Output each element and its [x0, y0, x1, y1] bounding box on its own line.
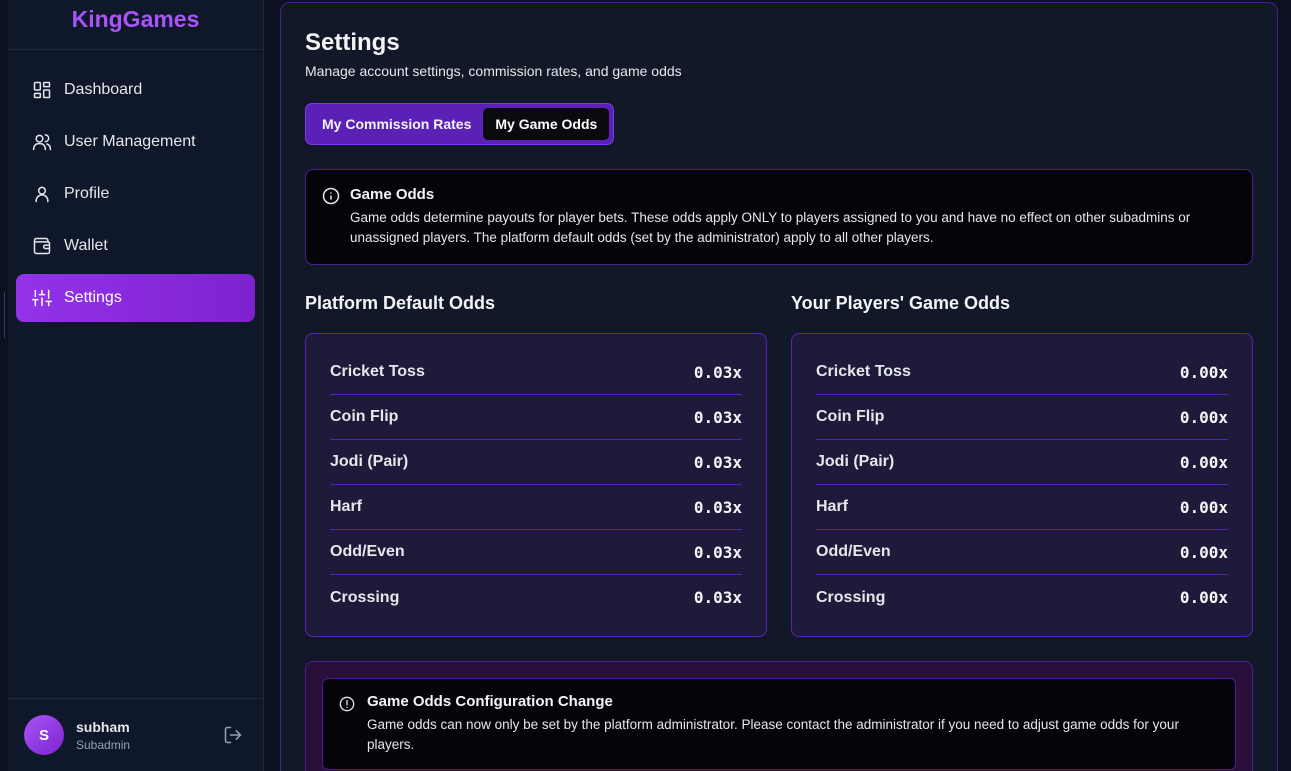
- sliders-icon: [32, 289, 52, 307]
- sidebar: KingGames Dashboard User Management Prof…: [8, 0, 264, 771]
- user-info: subham Subadmin: [76, 719, 223, 752]
- brand-logo[interactable]: KingGames: [8, 0, 263, 50]
- alert-icon: [339, 696, 355, 712]
- settings-tabs: My Commission Rates My Game Odds: [305, 103, 615, 145]
- platform-odds-card: Cricket Toss 0.03x Coin Flip 0.03x Jodi (P…: [305, 333, 767, 637]
- sidebar-item-dashboard[interactable]: Dashboard: [16, 66, 255, 114]
- notice-title: Game Odds Configuration Change: [367, 693, 613, 710]
- sidebar-nav: Dashboard User Management Profile Wallet…: [8, 50, 263, 322]
- avatar[interactable]: S: [24, 715, 64, 755]
- odds-row: Jodi (Pair) 0.03x: [330, 440, 742, 485]
- user-icon: [35, 186, 49, 203]
- odds-name: Coin Flip: [330, 408, 399, 425]
- sidebar-item-settings[interactable]: Settings: [16, 274, 255, 322]
- odds-row: Crossing 0.03x: [330, 575, 742, 620]
- odds-row: Harf 0.03x: [330, 485, 742, 530]
- sidebar-item-label: Profile: [64, 185, 110, 202]
- users-icon: [32, 134, 52, 151]
- odds-name: Odd/Even: [816, 543, 891, 560]
- odds-value: 0.03x: [693, 407, 742, 427]
- odds-name: Jodi (Pair): [330, 453, 409, 470]
- odds-value: 0.03x: [693, 452, 742, 472]
- user-panel: S subham Subadmin: [8, 698, 263, 771]
- game-odds-info: Game Odds Game odds determine payouts fo…: [305, 169, 1253, 265]
- odds-name: Harf: [816, 498, 849, 515]
- sidebar-item-label: User Management: [64, 133, 196, 150]
- odds-name: Cricket Toss: [330, 363, 425, 380]
- logout-icon[interactable]: [223, 725, 243, 745]
- odds-value: 0.00x: [1179, 542, 1228, 562]
- odds-name: Crossing: [330, 588, 400, 606]
- info-text: Game odds determine payouts for player b…: [350, 210, 1191, 245]
- odds-row: Odd/Even 0.00x: [816, 530, 1228, 575]
- wallet-icon: [33, 237, 51, 255]
- odds-value: 0.03x: [693, 362, 742, 382]
- odds-row: Cricket Toss 0.00x: [816, 350, 1228, 395]
- dashboard-icon: [33, 81, 51, 99]
- player-odds-title: Your Players' Game Odds: [791, 293, 1011, 313]
- odds-name: Jodi (Pair): [816, 453, 895, 470]
- odds-row: Odd/Even 0.03x: [330, 530, 742, 575]
- sidebar-item-label: Dashboard: [64, 81, 143, 98]
- notice-text: Game odds can now only be set by the pla…: [367, 717, 1179, 752]
- odds-row: Coin Flip 0.00x: [816, 395, 1228, 440]
- sidebar-item-user-management[interactable]: User Management: [16, 118, 255, 166]
- odds-value: 0.03x: [693, 542, 742, 562]
- sidebar-item-label: Wallet: [64, 237, 108, 254]
- player-odds-card: Cricket Toss 0.00x Coin Flip 0.00x Jodi (P…: [791, 333, 1253, 637]
- sidebar-item-wallet[interactable]: Wallet: [16, 222, 255, 270]
- notice-box: Game Odds Configuration Change Game odds…: [322, 678, 1236, 770]
- settings-panel: Settings Manage account settings, commis…: [280, 2, 1278, 771]
- odds-name: Harf: [330, 498, 363, 515]
- platform-odds-title: Platform Default Odds: [305, 293, 496, 313]
- info-title: Game Odds: [350, 186, 435, 203]
- odds-name: Coin Flip: [816, 408, 885, 425]
- page-subtitle: Manage account settings, commission rate…: [305, 63, 682, 79]
- odds-row: Crossing 0.00x: [816, 575, 1228, 620]
- odds-value: 0.03x: [693, 497, 742, 517]
- odds-value: 0.00x: [1179, 588, 1228, 607]
- odds-name: Odd/Even: [330, 543, 405, 560]
- info-icon: [322, 187, 340, 205]
- user-name: subham: [76, 718, 130, 735]
- sidebar-item-label: Settings: [64, 289, 122, 306]
- odds-value: 0.00x: [1179, 452, 1228, 472]
- user-role: Subadmin: [76, 737, 131, 752]
- tab-commission-rates[interactable]: My Commission Rates: [310, 108, 483, 140]
- scroll-edge: [4, 292, 5, 338]
- config-change-notice: Game Odds Configuration Change Game odds…: [305, 661, 1253, 771]
- platform-odds-section: Platform Default Odds Cricket Toss 0.03x …: [305, 293, 767, 637]
- odds-columns: Platform Default Odds Cricket Toss 0.03x …: [305, 293, 1253, 637]
- odds-row: Cricket Toss 0.03x: [330, 350, 742, 395]
- odds-value: 0.03x: [693, 588, 742, 607]
- odds-name: Cricket Toss: [816, 363, 911, 380]
- odds-name: Crossing: [816, 588, 886, 606]
- odds-value: 0.00x: [1179, 362, 1228, 382]
- odds-row: Harf 0.00x: [816, 485, 1228, 530]
- odds-value: 0.00x: [1179, 407, 1228, 427]
- odds-row: Coin Flip 0.03x: [330, 395, 742, 440]
- tab-game-odds[interactable]: My Game Odds: [483, 108, 610, 140]
- page-title: Settings: [305, 29, 400, 56]
- odds-value: 0.00x: [1179, 497, 1228, 517]
- player-odds-section: Your Players' Game Odds Cricket Toss 0.00…: [791, 293, 1253, 637]
- odds-row: Jodi (Pair) 0.00x: [816, 440, 1228, 485]
- sidebar-item-profile[interactable]: Profile: [16, 170, 255, 218]
